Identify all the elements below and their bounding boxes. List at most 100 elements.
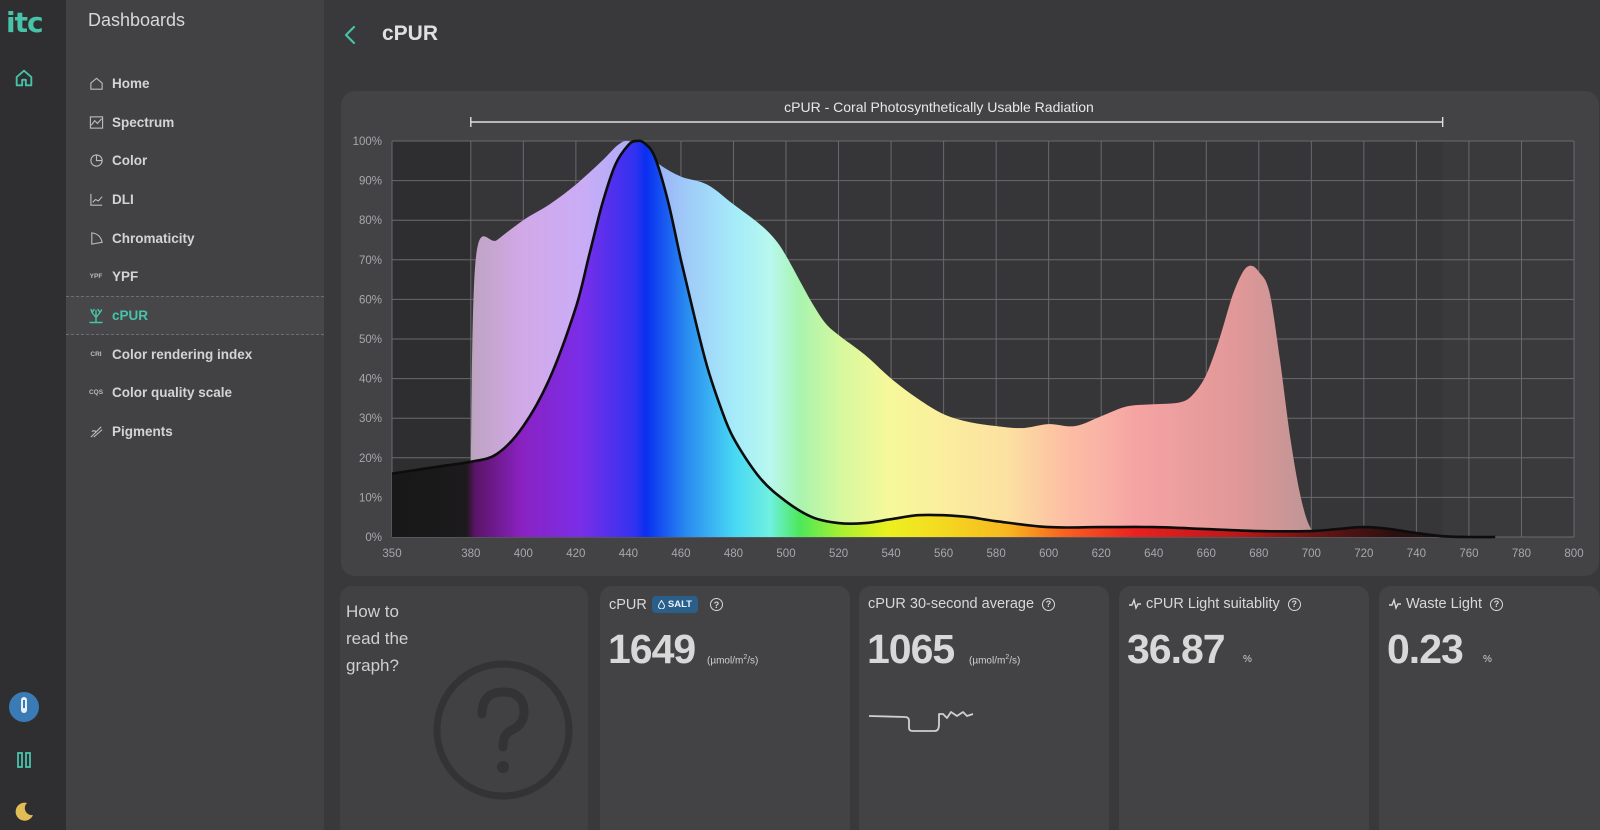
spectrum-icon: [88, 114, 104, 130]
icon-rail: itc: [0, 0, 66, 830]
cpur-value-card: cPUR SALT ? 1649 (µmol/m2/s): [600, 586, 850, 830]
range-bracket: [470, 117, 1444, 127]
y-tick-label: 10%: [359, 492, 382, 504]
question-mark-icon: [432, 659, 574, 801]
y-tick-label: 30%: [359, 413, 382, 425]
x-tick-label: 420: [566, 548, 585, 560]
cri-icon-text: CRI: [90, 350, 102, 358]
cpur-unit: (µmol/m2/s): [707, 654, 758, 666]
ypf-icon-text: YPF: [89, 273, 103, 281]
home-icon[interactable]: [9, 63, 39, 93]
pause-icon[interactable]: [9, 745, 39, 775]
sidebar-item-label: Spectrum: [112, 114, 175, 130]
x-tick-label: 400: [514, 548, 533, 560]
sidebar-item-chromaticity[interactable]: Chromaticity: [66, 219, 324, 258]
sidebar-item-label: Color rendering index: [112, 346, 253, 362]
x-tick-label: 680: [1249, 548, 1268, 560]
sidebar-item-label: Pigments: [112, 424, 173, 440]
sensor-device-icon[interactable]: [8, 691, 40, 723]
cpur-average-card: cPUR 30-second average ? 1065 (µmol/m2/s…: [859, 586, 1109, 830]
help-icon[interactable]: ?: [1042, 597, 1056, 611]
sidebar-item-label: Chromaticity: [112, 230, 195, 246]
sidebar: Dashboards Home Spectrum Color DLI Chrom…: [66, 0, 324, 830]
x-tick-label: 700: [1302, 548, 1321, 560]
y-tick-label: 80%: [359, 215, 382, 227]
card-title-text: cPUR Light suitablity: [1146, 596, 1280, 612]
ypf-icon: YPF: [88, 269, 104, 285]
help-icon[interactable]: ?: [1287, 597, 1301, 611]
x-tick-label: 620: [1092, 548, 1111, 560]
sidebar-item-spectrum[interactable]: Spectrum: [66, 103, 324, 142]
sidebar-item-home[interactable]: Home: [66, 64, 324, 103]
waste-light-unit: %: [1483, 654, 1492, 665]
cpur-average-value: 1065: [867, 626, 955, 672]
water-drop-icon: [657, 600, 665, 609]
help-icon[interactable]: ?: [709, 598, 723, 611]
card-title: Waste Light ?: [1388, 596, 1504, 612]
card-title-text: cPUR 30-second average: [868, 596, 1035, 612]
chart-title: cPUR - Coral Photosynthetically Usable R…: [784, 99, 1094, 115]
y-tick-label: 70%: [359, 255, 382, 267]
cpur-average-unit: (µmol/m2/s): [969, 654, 1020, 666]
sidebar-item-label: cPUR: [112, 307, 149, 323]
sidebar-nav: Home Spectrum Color DLI Chromaticity YPF…: [66, 64, 324, 451]
light-suitability-card: cPUR Light suitablity ? 36.87 %: [1119, 586, 1369, 830]
x-tick-label: 800: [1564, 548, 1583, 560]
color-icon: [88, 153, 104, 169]
x-tick-label: 760: [1459, 548, 1478, 560]
moon-icon[interactable]: [9, 797, 39, 827]
sidebar-item-ypf[interactable]: YPF YPF: [66, 257, 324, 296]
card-title: cPUR 30-second average ?: [868, 596, 1056, 612]
salt-badge-text: SALT: [667, 599, 692, 610]
y-tick-label: 20%: [359, 453, 382, 465]
sidebar-item-pigments[interactable]: Pigments: [66, 412, 324, 451]
sidebar-item-label: DLI: [112, 191, 134, 207]
x-tick-label: 460: [671, 548, 690, 560]
card-title: cPUR SALT ?: [609, 596, 723, 613]
card-title-text: Waste Light: [1406, 596, 1483, 612]
x-tick-label: 720: [1354, 548, 1373, 560]
activity-icon: [1129, 598, 1141, 610]
how-to-read-text: How to read the graph?: [346, 602, 409, 675]
back-arrow-icon[interactable]: [340, 22, 362, 48]
unit-suffix: /s): [1009, 655, 1021, 667]
y-tick-label: 90%: [359, 176, 382, 188]
x-tick-label: 780: [1512, 548, 1531, 560]
sidebar-item-color[interactable]: Color: [66, 141, 324, 180]
cpur-chart-panel: 350 380 400 420 440 460 480 500 520 540 560 580 600 6…: [341, 91, 1599, 576]
y-tick-label: 0%: [365, 532, 382, 544]
salt-badge[interactable]: SALT: [651, 596, 698, 613]
unit-prefix: (µmol/m: [969, 655, 1006, 667]
sidebar-item-color-quality-scale[interactable]: CQS Color quality scale: [66, 374, 324, 413]
help-icon[interactable]: ?: [1490, 597, 1504, 611]
cqs-icon-text: CQS: [88, 389, 104, 397]
x-tick-label: 540: [881, 548, 900, 560]
sidebar-item-dli[interactable]: DLI: [66, 180, 324, 219]
chromaticity-icon: [88, 230, 104, 246]
card-title-text: cPUR: [609, 596, 647, 613]
cpur-chart: 350 380 400 420 440 460 480 500 520 540 560 580 600 6…: [353, 99, 1584, 560]
sidebar-item-label: Home: [112, 75, 150, 91]
cqs-icon: CQS: [88, 385, 104, 401]
x-tick-label: 440: [619, 548, 638, 560]
itc-logo[interactable]: itc: [6, 6, 44, 39]
y-tick-label: 50%: [359, 334, 382, 346]
y-tick-label: 100%: [353, 136, 382, 148]
pigments-icon: [88, 424, 104, 440]
x-tick-label: 660: [1197, 548, 1216, 560]
x-tick-label: 350: [382, 548, 401, 560]
sidebar-item-label: Color quality scale: [112, 385, 233, 401]
x-tick-label: 580: [987, 548, 1006, 560]
x-tick-label: 640: [1144, 548, 1163, 560]
how-to-read-card[interactable]: How to read the graph?: [340, 586, 588, 830]
waste-light-value: 0.23: [1387, 626, 1464, 672]
app-window: itc Dashboards Home Spectrum Color DLI C…: [0, 0, 1600, 830]
activity-icon: [1389, 598, 1401, 610]
page-header: cPUR: [324, 0, 1600, 80]
sidebar-item-color-rendering-index[interactable]: CRI Color rendering index: [66, 335, 324, 374]
home-icon: [88, 75, 104, 91]
sidebar-item-cpur[interactable]: cPUR: [66, 296, 324, 335]
suitability-unit: %: [1243, 654, 1252, 665]
sidebar-item-label: YPF: [112, 269, 139, 285]
sidebar-item-label: Color: [112, 153, 148, 169]
